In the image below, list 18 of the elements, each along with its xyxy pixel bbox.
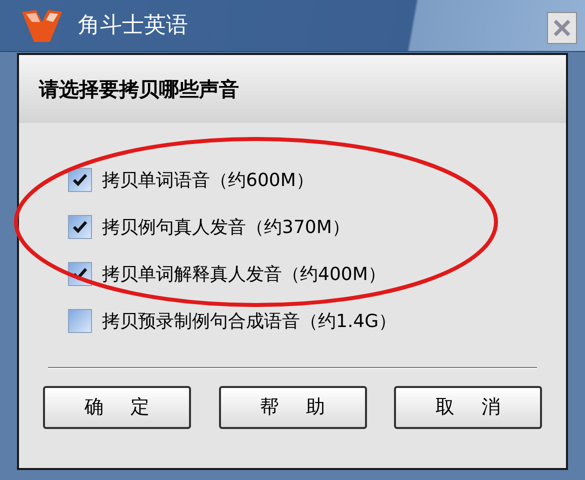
dialog-button[interactable]: 帮助 [218, 386, 366, 429]
close-button[interactable] [547, 12, 577, 44]
close-icon [553, 19, 571, 37]
check-icon [73, 268, 87, 280]
option-label: 拷贝预录制例句合成语音（约1.4G） [102, 310, 397, 334]
option-label: 拷贝单词解释真人发音（约400M） [102, 262, 386, 286]
option-label: 拷贝例句真人发音（约370M） [102, 216, 350, 240]
logo-icon [20, 8, 64, 44]
dialog-button[interactable]: 确定 [43, 386, 191, 429]
dialog-heading: 请选择要拷贝哪些声音 [39, 76, 239, 103]
option-label: 拷贝单词语音（约600M） [102, 168, 314, 192]
checkbox[interactable] [68, 215, 92, 239]
checkbox[interactable] [68, 168, 92, 192]
checkbox[interactable] [68, 309, 92, 333]
check-icon [73, 174, 87, 186]
dialog-button[interactable]: 取消 [394, 386, 542, 429]
window-title: 角斗士英语 [78, 12, 188, 40]
check-icon [73, 221, 87, 233]
